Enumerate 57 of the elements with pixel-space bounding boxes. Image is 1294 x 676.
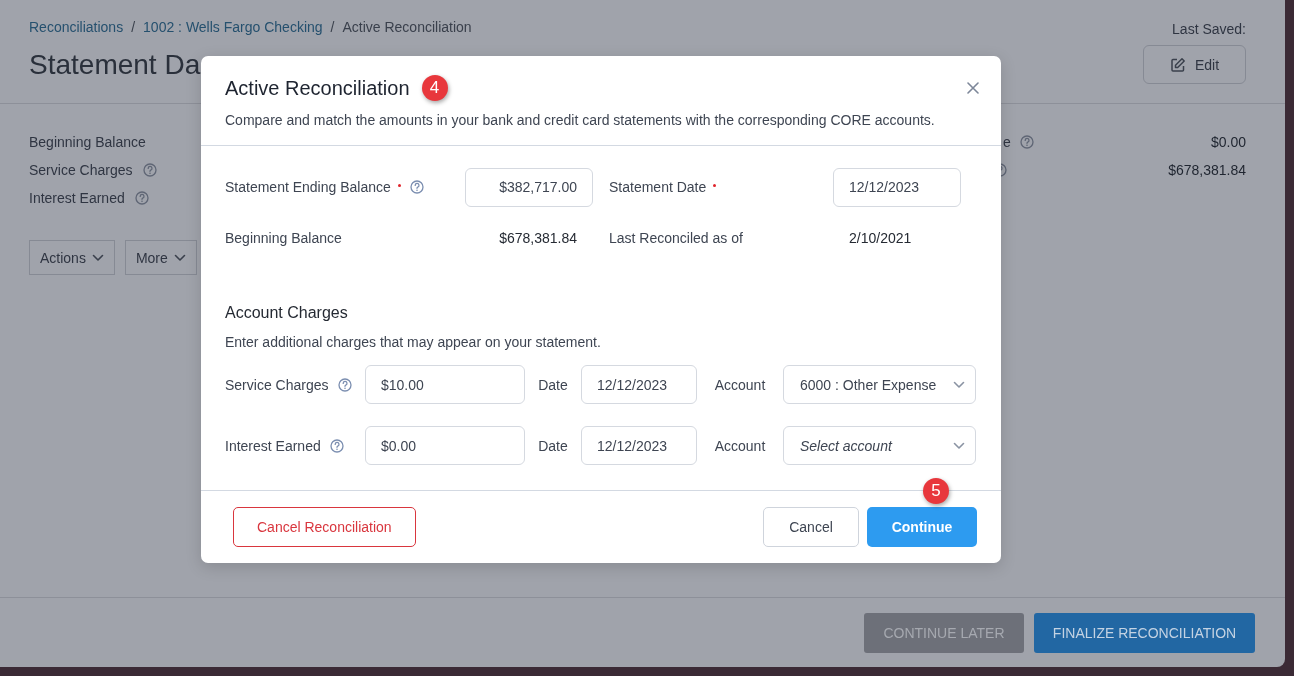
edit-button[interactable]: Edit	[1143, 45, 1246, 84]
field-label: Statement Date	[609, 179, 707, 195]
help-icon[interactable]	[337, 377, 352, 392]
field-value: 2/10/2021	[848, 230, 913, 246]
dropdown-button[interactable]: More	[124, 240, 197, 275]
chevron-down-icon	[953, 380, 965, 389]
breadcrumb-separator: /	[330, 18, 335, 36]
summary-label: Interest Earned	[29, 190, 125, 206]
step-badge: 5	[923, 478, 949, 504]
summary-label: e	[1003, 134, 1011, 150]
field-label: Statement Ending Balance	[225, 179, 391, 195]
help-icon[interactable]	[142, 163, 157, 177]
amount-field[interactable]: $0.00	[365, 426, 525, 465]
summary-label: Beginning Balance	[29, 134, 146, 150]
close-icon[interactable]	[967, 82, 979, 94]
help-icon[interactable]	[134, 191, 149, 205]
field-label: Interest Earned	[225, 437, 321, 454]
edit-icon	[1169, 56, 1186, 73]
amount-field[interactable]: $10.00	[365, 365, 525, 404]
summary-value: $678,381.84	[1168, 162, 1246, 178]
dropdown-button[interactable]: Actions	[29, 240, 115, 275]
account-select[interactable]: 6000 : Other Expense	[783, 365, 976, 404]
finalize-button[interactable]: FINALIZE RECONCILIATION	[1034, 612, 1255, 653]
help-icon[interactable]	[329, 438, 344, 453]
chevron-down-icon	[91, 253, 104, 262]
breadcrumb-link[interactable]: 1002 : Wells Fargo Checking	[143, 18, 323, 36]
section-description: Enter additional charges that may appear on your statement.	[225, 333, 602, 351]
input-field[interactable]: 12/12/2023	[833, 167, 961, 207]
dialog-description: Compare and match the amounts in your bank and credit card statements with the corresponding CORE accounts.	[225, 111, 936, 129]
chevron-down-icon	[173, 253, 186, 262]
step-badge: 4	[421, 75, 448, 101]
help-icon[interactable]	[409, 180, 424, 194]
account-select[interactable]: Select account	[783, 426, 976, 465]
breadcrumb-current: Active Reconciliation	[342, 18, 472, 36]
dialog-title: Active Reconciliation	[225, 76, 410, 100]
last-saved-label: Last Saved:	[1172, 20, 1246, 39]
help-icon[interactable]	[1019, 135, 1034, 149]
date-field[interactable]: 12/12/2023	[581, 426, 697, 465]
cancel-button[interactable]: Cancel	[763, 507, 859, 547]
field-label: Account	[713, 437, 767, 454]
summary-label: Service Charges	[29, 162, 133, 178]
summary-value: $0.00	[1210, 134, 1246, 150]
field-label: Date	[537, 437, 569, 454]
field-label: Beginning Balance	[225, 230, 342, 246]
cancel-reconciliation-button[interactable]: Cancel Reconciliation	[233, 507, 416, 547]
field-value: $678,381.84	[498, 230, 578, 246]
field-label: Date	[537, 376, 569, 393]
input-field[interactable]: $382,717.00	[465, 167, 593, 207]
page-title: Statement Da	[29, 49, 202, 81]
field-label: Account	[713, 376, 767, 393]
section-title: Account Charges	[225, 303, 349, 323]
breadcrumb-separator: /	[131, 18, 136, 36]
field-label: Service Charges	[225, 376, 329, 393]
chevron-down-icon	[953, 441, 965, 450]
date-field[interactable]: 12/12/2023	[581, 365, 697, 404]
breadcrumb-link[interactable]: Reconciliations	[29, 18, 124, 36]
field-label: Last Reconciled as of	[609, 230, 743, 246]
